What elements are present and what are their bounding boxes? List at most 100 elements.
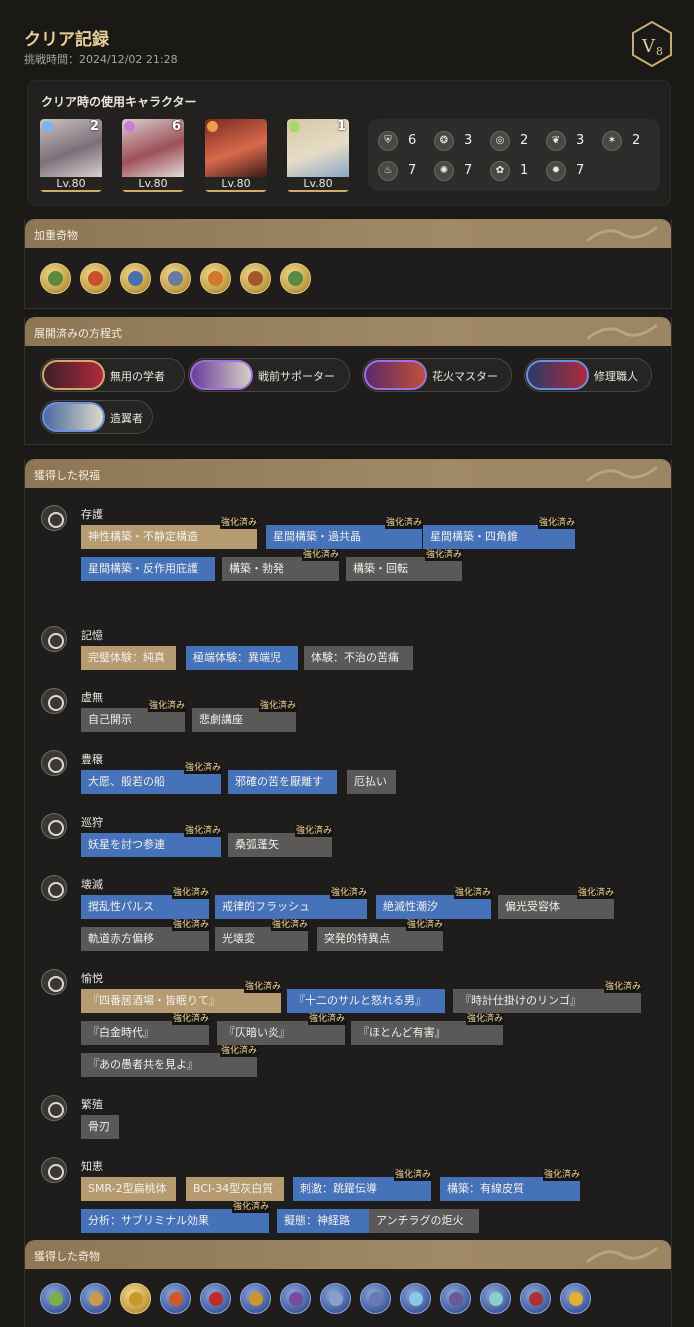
path-count: 7	[408, 163, 417, 178]
equation-label: 修理職人	[594, 370, 638, 383]
element-icon	[124, 121, 135, 132]
obtained-curio[interactable]	[240, 1283, 271, 1314]
obtained-curio[interactable]	[280, 1283, 311, 1314]
blessing-tag[interactable]: BCI-34型灰白質	[186, 1177, 284, 1201]
blessing-label: 構築・回転	[353, 562, 408, 575]
weighted-curio[interactable]	[40, 263, 71, 294]
obtained-curio[interactable]	[40, 1283, 71, 1314]
path-count: 7	[464, 163, 473, 178]
blessing-tag[interactable]: 『四番居酒場・皆眠りて』 強化済み	[81, 982, 282, 1013]
blessing-tag[interactable]: 絶滅性潮汐 強化済み	[376, 888, 492, 919]
blessing-tag[interactable]: 構築：有線皮質 強化済み	[440, 1170, 581, 1201]
blessing-tag[interactable]: 桑弧蓬矢 強化済み	[228, 826, 333, 857]
blessing-tag[interactable]: 邪確の苦を厭離す	[228, 770, 337, 794]
curio-bread-icon	[249, 1292, 263, 1306]
blessing-tag[interactable]: 『白金時代』 強化済み	[81, 1014, 210, 1045]
remembrance-icon: ❂	[434, 131, 454, 151]
blessing-tag[interactable]: 『ほとんど有害』 強化済み	[351, 1014, 504, 1045]
obtained-curio[interactable]	[440, 1283, 471, 1314]
obtained-curio[interactable]	[560, 1283, 591, 1314]
curio-dice-icon	[329, 1292, 343, 1306]
obtained-curio[interactable]	[80, 1283, 111, 1314]
character-card[interactable]: 6 Lv.80	[122, 119, 184, 192]
element-icon	[289, 121, 300, 132]
blessing-label: 『白金時代』	[88, 1026, 154, 1039]
blessing-tag[interactable]: 悲劇講座 強化済み	[192, 701, 297, 732]
weighted-curio[interactable]	[200, 263, 231, 294]
blessing-path-name: 巡狩	[81, 816, 103, 829]
blessing-tag[interactable]: 体験：不治の苦痛	[304, 646, 413, 670]
blessing-tag[interactable]: 刺激：跳躍伝導 強化済み	[293, 1170, 432, 1201]
blessing-tag[interactable]: アンチラグの炬火	[369, 1209, 479, 1233]
blessing-tag[interactable]: 突発的特異点 強化済み	[317, 920, 444, 951]
curio-leaf-icon	[48, 271, 63, 286]
equation-chip[interactable]: 修理職人	[524, 358, 652, 392]
blessing-tag[interactable]: 戒律的フラッシュ 強化済み	[215, 888, 368, 919]
blessing-tag[interactable]: 光壊変 強化済み	[215, 920, 309, 951]
equation-chip[interactable]: 造翼者	[40, 400, 153, 434]
blessing-tag[interactable]: 軌道赤方偏移 強化済み	[81, 920, 210, 951]
blessing-tag[interactable]: 完璧体験：純真	[81, 646, 176, 670]
weighted-curio[interactable]	[280, 263, 311, 294]
equation-chip[interactable]: 花火マスター	[362, 358, 512, 392]
equation-chip[interactable]: 戦前サポーター	[188, 358, 350, 392]
blessing-tag[interactable]: 『仄暗い炎』 強化済み	[217, 1014, 346, 1045]
blessing-tag[interactable]: 極端体験：異端児	[186, 646, 298, 670]
character-card[interactable]: 1 Lv.80	[287, 119, 349, 192]
obtained-curio[interactable]	[480, 1283, 511, 1314]
blessing-tag[interactable]: 星間構築・過共晶 強化済み	[266, 518, 423, 549]
character-card[interactable]: 2 Lv.80	[40, 119, 102, 192]
blessing-tag[interactable]: 撹乱性パルス 強化済み	[81, 888, 210, 919]
path-count: 2	[632, 133, 641, 148]
path-count: 3	[464, 133, 473, 148]
blessing-label: 自己開示	[88, 713, 132, 726]
header-ornament	[587, 225, 657, 243]
weighted-curios-panel: 加重奇物	[24, 219, 672, 309]
curio-jacket-icon	[529, 1292, 543, 1306]
blessing-tag[interactable]: 厄払い	[347, 770, 396, 794]
difficulty-badge-letter: V	[641, 36, 656, 57]
preservation-icon: ⛨	[378, 131, 398, 151]
obtained-curio[interactable]	[400, 1283, 431, 1314]
blessing-tag[interactable]: 妖星を討つ参連 強化済み	[81, 826, 222, 857]
blessing-tag[interactable]: 大愿、般若の船 強化済み	[81, 763, 222, 794]
obtained-curio[interactable]	[160, 1283, 191, 1314]
blessing-tag[interactable]: 自己開示 強化済み	[81, 701, 186, 732]
weighted-curio[interactable]	[240, 263, 271, 294]
enhanced-badge: 強化済み	[465, 1014, 504, 1025]
equation-chip[interactable]: 無用の学者	[40, 358, 185, 392]
blessing-path-name: 愉悦	[81, 972, 103, 985]
enhanced-badge: 強化済み	[576, 888, 615, 899]
blessing-tag[interactable]: 偏光受容体 強化済み	[498, 888, 615, 919]
enhanced-badge: 強化済み	[384, 518, 423, 529]
blessing-tag[interactable]: SMR-2型扁桃体	[81, 1177, 176, 1201]
blessing-tag[interactable]: 分析：サブリミナル効果 強化済み	[81, 1202, 270, 1233]
blessing-tag[interactable]: 骨刃	[81, 1115, 119, 1139]
blessing-tag[interactable]: 星間構築・反作用庇護	[81, 557, 215, 581]
weighted-curio[interactable]	[120, 263, 151, 294]
blessing-tag[interactable]: 『時計仕掛けのリンゴ』 強化済み	[453, 982, 642, 1013]
blessing-tag[interactable]: 『十二のサルと怒れる男』	[287, 989, 445, 1013]
blessing-tag[interactable]: 神性構築・不静定構造 強化済み	[81, 518, 258, 549]
weighted-curio[interactable]	[160, 263, 191, 294]
enhanced-badge: 強化済み	[453, 888, 492, 899]
enhanced-badge: 強化済み	[243, 982, 282, 993]
blessing-tag[interactable]: 構築・勃発 強化済み	[222, 550, 340, 581]
blessing-tag[interactable]: 構築・回転 強化済み	[346, 550, 463, 581]
blessing-tag[interactable]: 『あの愚者共を見よ』 強化済み	[81, 1046, 258, 1077]
header-ornament	[587, 1246, 657, 1264]
obtained-curios-panel: 獲得した奇物	[24, 1240, 672, 1327]
obtained-curio[interactable]	[200, 1283, 231, 1314]
character-card[interactable]: Lv.80	[205, 119, 267, 192]
obtained-curio[interactable]	[520, 1283, 551, 1314]
blessing-label: 骨刃	[88, 1120, 110, 1133]
characters-section: クリア時の使用キャラクター 2 Lv.80 6 Lv.80 Lv.80 1 Lv.80 ⛨ 6…	[27, 80, 671, 206]
weighted-curio[interactable]	[80, 263, 111, 294]
difficulty-badge-level: 8	[656, 45, 663, 58]
path-count: 6	[408, 133, 417, 148]
blessing-tag[interactable]: 星間構築・四角錐 強化済み	[423, 518, 576, 549]
obtained-curio[interactable]	[320, 1283, 351, 1314]
obtained-curio[interactable]	[120, 1283, 151, 1314]
blessing-label: 大愿、般若の船	[88, 775, 165, 788]
obtained-curio[interactable]	[360, 1283, 391, 1314]
